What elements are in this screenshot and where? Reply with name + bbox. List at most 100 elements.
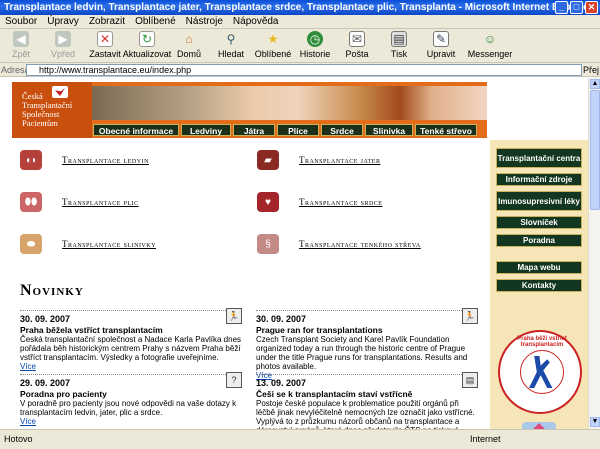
organ-link-intestine[interactable]: § Transplantace tenkého střeva <box>257 234 421 254</box>
refresh-button[interactable]: ↻ Aktualizovat <box>123 29 171 63</box>
nav-small-intestine[interactable]: Tenké střevo <box>415 124 477 136</box>
scroll-down-icon[interactable]: ▼ <box>590 417 600 427</box>
site-header: Česká Transplantační Společnost Pacientů… <box>12 82 487 138</box>
print-button[interactable]: ▤ Tisk <box>378 29 420 63</box>
refresh-icon: ↻ <box>139 31 155 47</box>
document-icon: ▤ <box>462 372 478 388</box>
news-headline: Praha běžela vstříct transplantacím <box>20 325 163 335</box>
organ-link-pancreas[interactable]: ⬬ Transplantace slinivky <box>20 234 156 254</box>
news-item: 30. 09. 2007 🏃 Prague ran for transplanta… <box>256 308 478 380</box>
address-input[interactable]: http://www.transplantace.eu/index.php <box>26 64 582 76</box>
menu-help[interactable]: Nápověda <box>228 15 284 28</box>
news-date: 13. 09. 2007 <box>256 378 307 388</box>
right-sidebar: Transplantační centra Informační zdroje … <box>490 140 588 429</box>
organ-links: ◖◗ Transplantace ledvin ▰ Transplantace … <box>20 148 480 258</box>
sidebar-sitemap[interactable]: Mapa webu <box>496 261 582 274</box>
news-text: Česká transplantační společnost a Nadace… <box>20 335 242 362</box>
liver-icon: ▰ <box>257 150 279 170</box>
kidney-icon: ◖◗ <box>20 150 42 170</box>
nav-kidneys[interactable]: Ledviny <box>181 124 231 136</box>
home-icon: ⌂ <box>185 32 193 46</box>
window-controls: _ □ ✕ <box>555 1 598 14</box>
nav-general-info[interactable]: Obecné informace <box>93 124 179 136</box>
status-text: Hotovo <box>4 434 33 444</box>
news-date: 29. 09. 2007 <box>20 378 71 388</box>
forward-button[interactable]: ▶ Vpřed <box>42 29 84 63</box>
site-logo[interactable]: Česká Transplantační Společnost Pacientů… <box>12 82 92 138</box>
star-icon: ★ <box>267 32 279 46</box>
menu-view[interactable]: Zobrazit <box>84 15 130 28</box>
lungs-icon: ⬮⬮ <box>20 192 42 212</box>
window-title: Transplantace ledvin, Transplantace jate… <box>4 2 593 13</box>
sidebar-counselling[interactable]: Poradna <box>496 234 582 247</box>
news-item: 29. 09. 2007? Poradna pro pacienty V por… <box>20 372 242 426</box>
menu-bar: Soubor Úpravy Zobrazit Oblíbené Nástroje… <box>0 15 600 29</box>
organ-link-heart[interactable]: ♥ Transplantace srdce <box>257 192 382 212</box>
news-heading: Novinky <box>20 282 84 299</box>
news-headline: Češi se k transplantacím staví vstřícně <box>256 389 413 399</box>
question-icon: ? <box>226 372 242 388</box>
favorites-button[interactable]: ★ Oblíbené <box>252 29 294 63</box>
web-page: Česká Transplantační Společnost Pacientů… <box>0 78 588 429</box>
back-icon: ◀ <box>13 31 29 47</box>
print-icon: ▤ <box>391 31 407 47</box>
menu-tools[interactable]: Nástroje <box>181 15 228 28</box>
news-item: 30. 09. 2007 🏃 Praha běžela vstříct trans… <box>20 308 242 371</box>
sidebar-contacts[interactable]: Kontakty <box>496 279 582 292</box>
home-button[interactable]: ⌂ Domů <box>168 29 210 63</box>
header-banner-image <box>92 86 487 120</box>
messenger-button[interactable]: ☺ Messenger <box>462 29 518 63</box>
news-text: Czech Transplant Society and Karel Pavlí… <box>256 335 468 371</box>
nav-heart[interactable]: Srdce <box>321 124 363 136</box>
edit-icon: ✎ <box>433 31 449 47</box>
menu-edit[interactable]: Úpravy <box>42 15 84 28</box>
organ-link-kidney[interactable]: ◖◗ Transplantace ledvin <box>20 150 149 170</box>
news-headline: Prague ran for transplantations <box>256 325 383 335</box>
sidebar-immunosuppressive-drugs[interactable]: Imunosupresivní léky <box>496 191 582 211</box>
sidebar-info-sources[interactable]: Informační zdroje <box>496 173 582 186</box>
news-more-link[interactable]: Více <box>20 417 242 426</box>
scroll-up-icon[interactable]: ▲ <box>590 79 600 89</box>
news-date: 30. 09. 2007 <box>20 314 71 324</box>
nav-lungs[interactable]: Plíce <box>277 124 319 136</box>
sidebar-transplant-centers[interactable]: Transplantační centra <box>496 148 582 168</box>
back-button[interactable]: ◀ Zpět <box>0 29 42 63</box>
mail-icon: ✉ <box>349 31 365 47</box>
nav-pancreas[interactable]: Slinivka <box>365 124 413 136</box>
forward-icon: ▶ <box>55 31 71 47</box>
search-button[interactable]: ⚲ Hledat <box>210 29 252 63</box>
edit-button[interactable]: ✎ Upravit <box>420 29 462 63</box>
status-zone: Internet <box>470 434 501 444</box>
status-bar: Hotovo Internet <box>0 429 600 449</box>
news-text: Postoje české populace k problematice po… <box>256 399 475 429</box>
minimize-button[interactable]: _ <box>555 1 568 14</box>
news-text: V poradně pro pacienty jsou nové odpověd… <box>20 399 237 417</box>
sidebar-glossary[interactable]: Slovníček <box>496 216 582 229</box>
maximize-button[interactable]: □ <box>570 1 583 14</box>
news-more-link[interactable]: Více <box>20 362 242 371</box>
menu-favorites[interactable]: Oblíbené <box>130 15 181 28</box>
messenger-icon: ☺ <box>483 32 497 46</box>
run-event-seal[interactable]: Praha běží vstříct transplantacím <box>498 330 582 414</box>
menu-file[interactable]: Soubor <box>0 15 42 28</box>
stop-icon: ✕ <box>97 31 113 47</box>
stop-button[interactable]: ✕ Zastavit <box>84 29 126 63</box>
window-title-bar: Transplantace ledvin, Transplantace jate… <box>0 0 600 15</box>
history-icon: ◷ <box>307 31 323 47</box>
scroll-thumb[interactable] <box>590 90 600 210</box>
close-button[interactable]: ✕ <box>585 1 598 14</box>
go-button[interactable]: Přej <box>583 63 599 77</box>
heart-organ-icon: ♥ <box>257 192 279 212</box>
mail-button[interactable]: ✉ Pošta <box>336 29 378 63</box>
news-item: 13. 09. 2007 ▤ Češi se k transplantacím s… <box>256 372 478 429</box>
vertical-scrollbar[interactable]: ▲ ▼ <box>588 78 600 429</box>
logo-mark-icon <box>52 86 68 98</box>
history-button[interactable]: ◷ Historie <box>294 29 336 63</box>
heart-logo-icon[interactable] <box>522 422 556 429</box>
organ-link-lungs[interactable]: ⬮⬮ Transplantace plic <box>20 192 139 212</box>
organ-link-liver[interactable]: ▰ Transplantace jater <box>257 150 380 170</box>
nav-liver[interactable]: Játra <box>233 124 275 136</box>
news-headline: Poradna pro pacienty <box>20 389 107 399</box>
pancreas-icon: ⬬ <box>20 234 42 254</box>
intestine-icon: § <box>257 234 279 254</box>
